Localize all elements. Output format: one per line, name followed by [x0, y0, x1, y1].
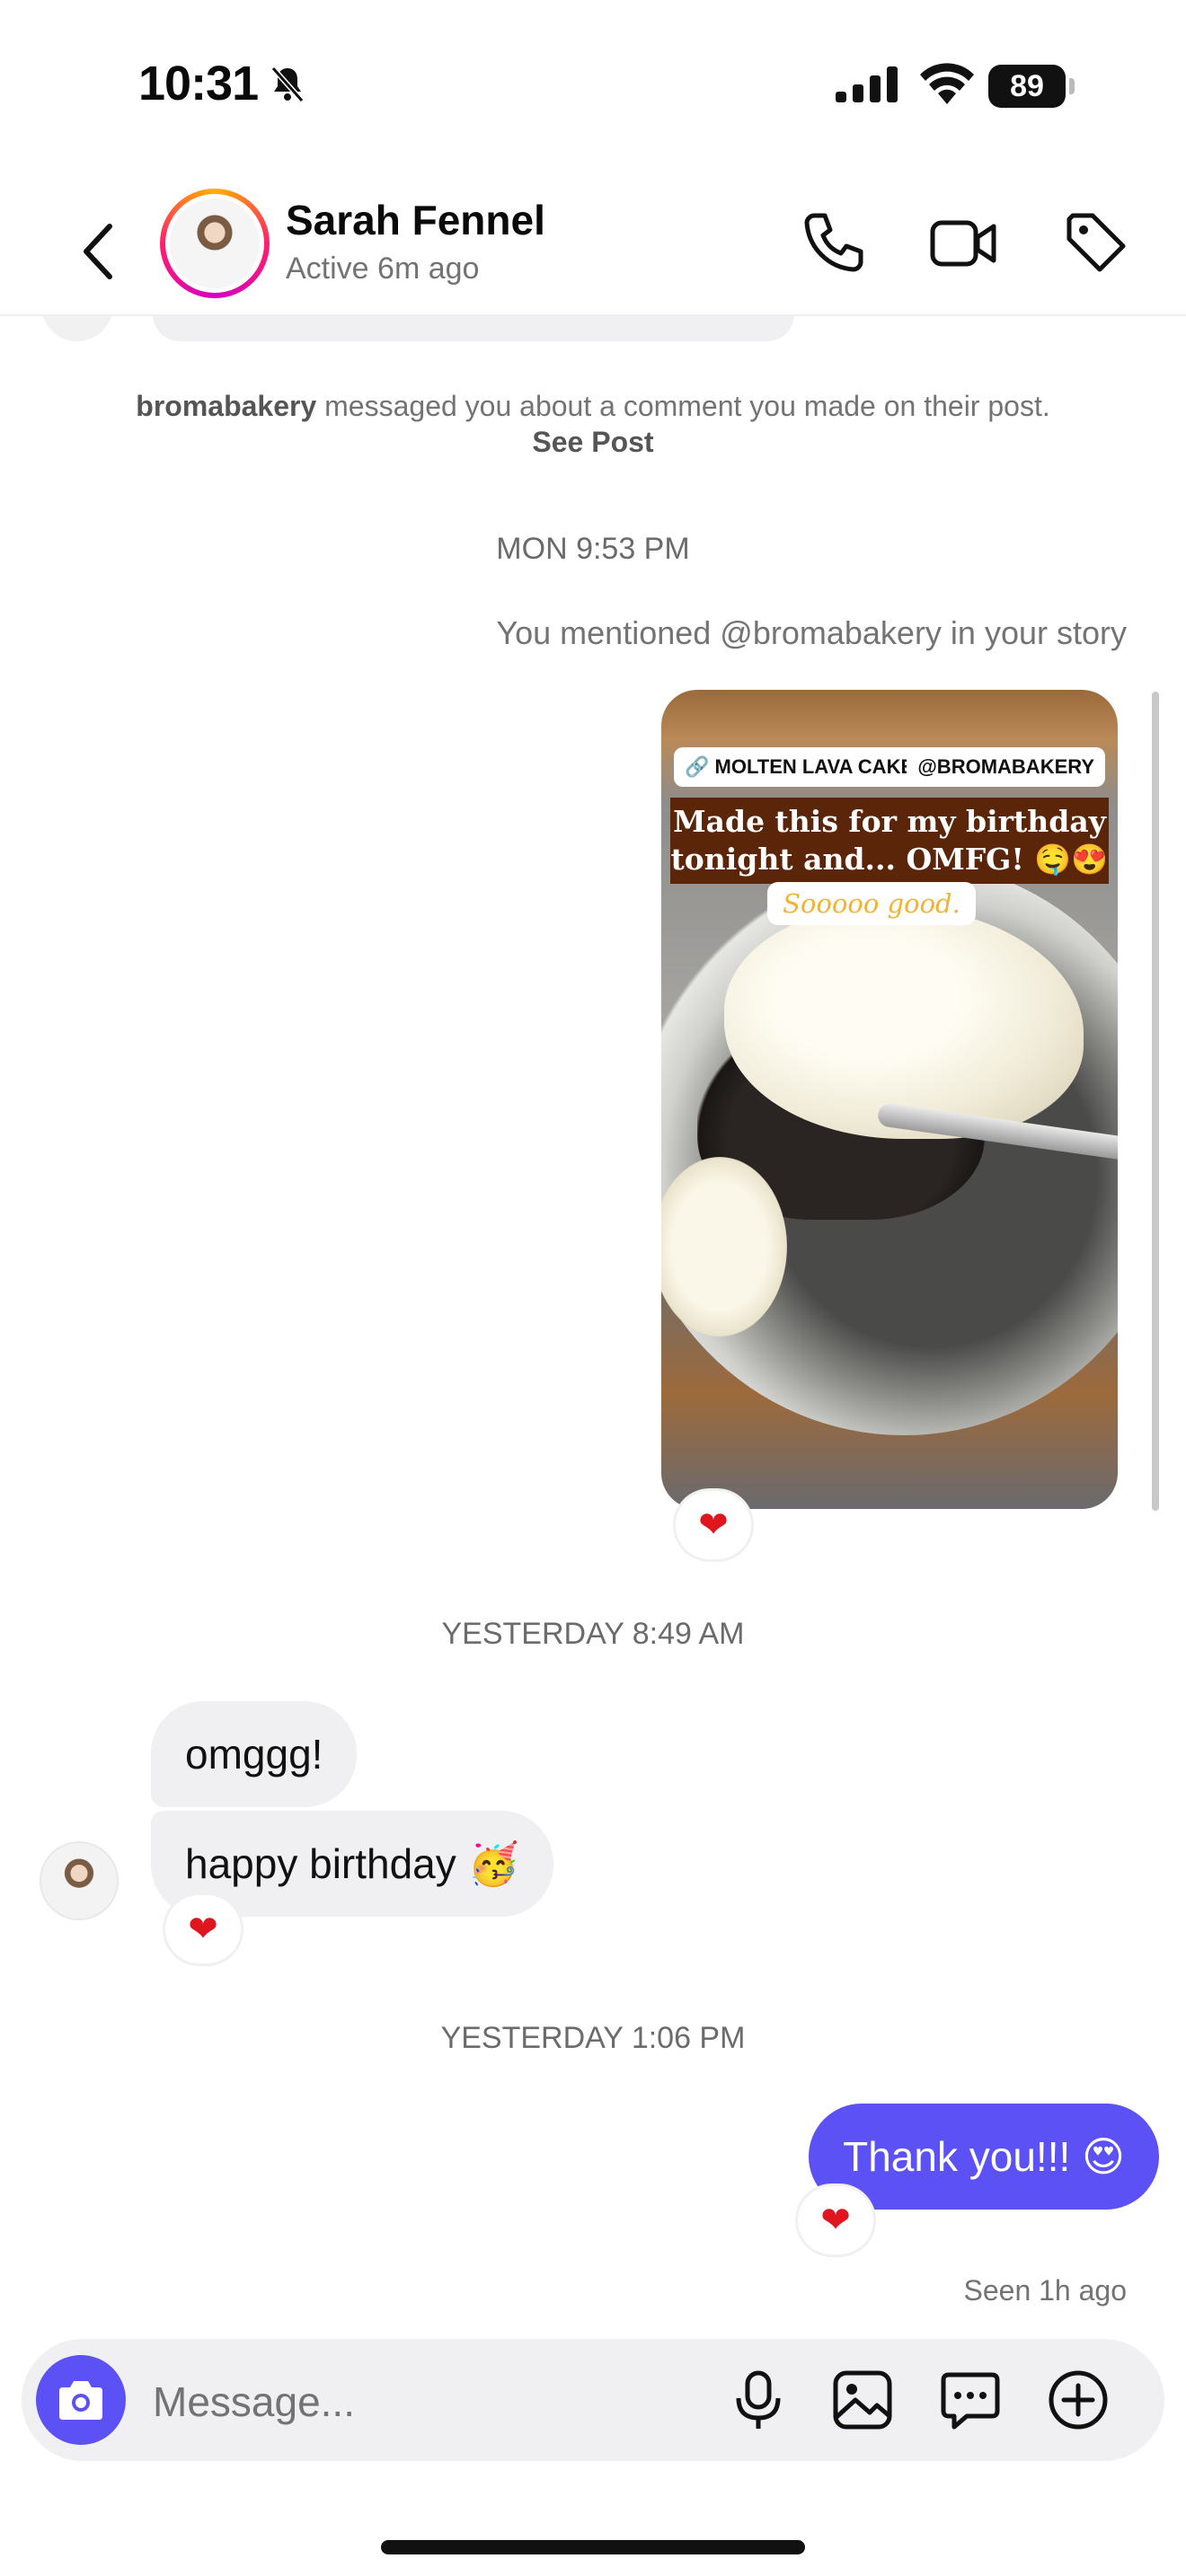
- battery-level: 89: [988, 65, 1066, 108]
- video-call-icon[interactable]: [927, 207, 999, 278]
- story-mention-card[interactable]: 🔗 MOLTEN LAVA CAKE @BROMABAKERY Made thi…: [661, 690, 1118, 1509]
- heart-reaction-icon[interactable]: ❤: [798, 2186, 873, 2254]
- phone-call-icon[interactable]: [798, 207, 870, 278]
- contact-active-status: Active 6m ago: [286, 251, 480, 286]
- story-link-sticker[interactable]: 🔗 MOLTEN LAVA CAKE: [674, 747, 925, 787]
- incoming-message[interactable]: omggg!: [151, 1701, 358, 1807]
- story-link-label: MOLTEN LAVA CAKE: [714, 755, 915, 778]
- home-indicator[interactable]: [381, 2540, 805, 2554]
- scrollbar[interactable]: [1152, 692, 1159, 1511]
- message-composer: [22, 2339, 1164, 2461]
- seen-receipt: Seen 1h ago: [963, 2274, 1128, 2307]
- heart-reaction-icon[interactable]: ❤: [165, 1895, 241, 1963]
- wifi-icon: [920, 63, 974, 104]
- battery-indicator: 89: [988, 65, 1075, 108]
- timestamp: YESTERDAY 8:49 AM: [441, 1617, 745, 1651]
- camera-button[interactable]: [36, 2355, 126, 2445]
- microphone-icon[interactable]: [726, 2368, 791, 2432]
- system-message-text: messaged you about a comment you made on…: [316, 390, 1050, 422]
- gallery-icon[interactable]: [830, 2368, 895, 2432]
- previous-message-bubble[interactable]: [153, 314, 794, 341]
- story-subtitle: Sooooo good.: [767, 882, 976, 925]
- chat-header: Sarah Fennel Active 6m ago: [0, 162, 1186, 316]
- cellular-signal-icon: [836, 66, 898, 102]
- contact-avatar[interactable]: [160, 189, 270, 298]
- camera-icon: [59, 2381, 102, 2420]
- back-button[interactable]: [72, 216, 126, 287]
- story-caption: Made this for my birthday tonight and...…: [670, 798, 1109, 884]
- timestamp: YESTERDAY 1:06 PM: [440, 2021, 746, 2055]
- status-time: 10:31: [138, 57, 259, 110]
- story-mention-note: You mentioned @bromabakery in your story: [496, 614, 1127, 651]
- contact-name[interactable]: Sarah Fennel: [286, 196, 545, 244]
- story-mention-sticker[interactable]: @BROMABAKERY: [907, 747, 1105, 787]
- see-post-link[interactable]: See Post: [532, 426, 653, 458]
- system-message: bromabakery messaged you about a comment…: [126, 388, 1060, 460]
- add-plus-icon[interactable]: [1046, 2368, 1111, 2432]
- system-message-sender[interactable]: bromabakery: [136, 390, 316, 422]
- link-icon: 🔗: [685, 755, 715, 778]
- heart-reaction-icon[interactable]: ❤: [676, 1491, 751, 1559]
- message-input[interactable]: [151, 2369, 694, 2434]
- timestamp: MON 9:53 PM: [496, 532, 690, 566]
- sticker-chat-icon[interactable]: [938, 2368, 1003, 2432]
- label-tag-icon[interactable]: [1060, 207, 1132, 278]
- contact-avatar-small[interactable]: [41, 1843, 117, 1919]
- muted-bell-icon: [270, 66, 305, 102]
